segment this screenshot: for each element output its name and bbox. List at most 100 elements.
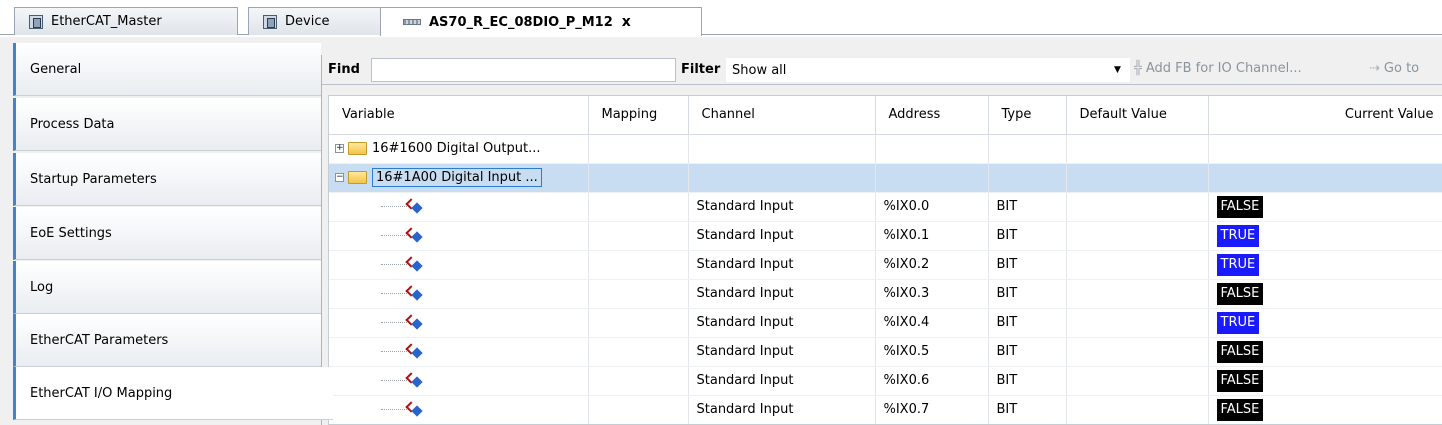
nav-log[interactable]: Log — [13, 261, 321, 314]
input-variable-icon — [407, 258, 421, 272]
mapping-cell[interactable] — [588, 250, 689, 280]
address-cell: %IX0.3 — [875, 279, 989, 309]
folder-icon — [348, 142, 367, 155]
expand-icon[interactable]: + — [335, 144, 344, 153]
input-variable-icon — [407, 200, 421, 214]
default-value-cell — [1066, 337, 1209, 367]
address-cell: %IX0.0 — [875, 192, 989, 222]
type-cell: BIT — [988, 395, 1067, 424]
table-row[interactable]: Standard Input %IX0.6 BIT FALSE — [329, 366, 1442, 396]
table-row[interactable]: Standard Input %IX0.5 BIT FALSE — [329, 337, 1442, 367]
default-value-cell — [1066, 366, 1209, 396]
address-cell: %IX0.1 — [875, 221, 989, 251]
input-variable-icon — [407, 316, 421, 330]
type-cell: BIT — [988, 192, 1067, 222]
add-fb-icon: ╬ — [1134, 61, 1142, 76]
col-address[interactable]: Address — [875, 96, 989, 135]
nav-ethercat-parameters[interactable]: EtherCAT Parameters — [13, 314, 321, 367]
channel-cell: Standard Input — [688, 366, 876, 396]
tab-label: AS70_R_EC_08DIO_P_M12 — [429, 14, 613, 30]
folder-icon — [348, 171, 367, 184]
nav-general[interactable]: General — [13, 43, 321, 96]
input-variable-icon — [407, 229, 421, 243]
tab-ethercat-master[interactable]: EtherCAT_Master — [14, 7, 238, 35]
col-channel[interactable]: Channel — [688, 96, 876, 135]
nav-process-data[interactable]: Process Data — [13, 98, 321, 151]
col-mapping[interactable]: Mapping — [588, 96, 689, 135]
filter-select[interactable]: Show all ▼ — [726, 58, 1130, 82]
nav-label: Log — [30, 279, 54, 295]
chevron-down-icon: ▼ — [1114, 65, 1121, 75]
channel-cell: Standard Input — [688, 337, 876, 367]
col-type[interactable]: Type — [988, 96, 1067, 135]
find-filter-bar: Find Filter Show all ▼ ╬ Add FB for IO C… — [322, 55, 1442, 85]
input-variable-icon — [407, 345, 421, 359]
group-row[interactable]: − 16#1A00 Digital Input ... — [329, 163, 1442, 193]
current-value-badge: FALSE — [1216, 340, 1264, 363]
table-row[interactable]: Standard Input %IX0.2 BIT TRUE — [329, 250, 1442, 280]
channel-cell: Standard Input — [688, 221, 876, 251]
nav-label: EoE Settings — [30, 225, 112, 241]
group-row[interactable]: +16#1600 Digital Output... — [329, 134, 1442, 164]
io-mapping-grid: Variable Mapping Channel Address Type De… — [328, 95, 1442, 425]
nav-label: Process Data — [30, 116, 115, 132]
mapping-cell[interactable] — [588, 192, 689, 222]
col-current-value[interactable]: Current Value — [1208, 96, 1442, 135]
channel-cell: Standard Input — [688, 279, 876, 309]
go-to-button[interactable]: ⇢ Go to — [1369, 61, 1419, 76]
group-label: 16#1600 Digital Output... — [372, 141, 541, 156]
table-row[interactable]: Standard Input %IX0.0 BIT FALSE — [329, 192, 1442, 222]
type-cell: BIT — [988, 250, 1067, 280]
type-cell: BIT — [988, 337, 1067, 367]
col-variable[interactable]: Variable — [329, 96, 589, 135]
current-value-badge: TRUE — [1216, 224, 1260, 247]
default-value-cell — [1066, 308, 1209, 338]
channel-cell: Standard Input — [688, 250, 876, 280]
io-mapping-panel: Find Filter Show all ▼ ╬ Add FB for IO C… — [321, 55, 1442, 425]
table-row[interactable]: Standard Input %IX0.3 BIT FALSE — [329, 279, 1442, 309]
group-label: 16#1A00 Digital Input ... — [372, 168, 542, 187]
mapping-cell[interactable] — [588, 366, 689, 396]
mapping-cell[interactable] — [588, 395, 689, 424]
nav-eoe-settings[interactable]: EoE Settings — [13, 207, 321, 260]
nav-ethercat-io-mapping[interactable]: EtherCAT I/O Mapping — [13, 367, 333, 420]
table-row[interactable]: Standard Input %IX0.4 BIT TRUE — [329, 308, 1442, 338]
collapse-icon[interactable]: − — [335, 173, 344, 182]
nav-startup-parameters[interactable]: Startup Parameters — [13, 153, 321, 206]
col-default-value[interactable]: Default Value — [1066, 96, 1209, 135]
close-icon[interactable]: x — [622, 14, 631, 30]
table-row[interactable]: Standard Input %IX0.7 BIT FALSE — [329, 395, 1442, 424]
tree-connector — [381, 409, 407, 410]
mapping-cell[interactable] — [588, 221, 689, 251]
address-cell: %IX0.7 — [875, 395, 989, 424]
mapping-cell[interactable] — [588, 308, 689, 338]
type-cell: BIT — [988, 221, 1067, 251]
input-variable-icon — [407, 403, 421, 417]
tab-as70-module[interactable]: AS70_R_EC_08DIO_P_M12 x — [380, 7, 702, 36]
add-fb-button[interactable]: ╬ Add FB for IO Channel... — [1134, 61, 1302, 76]
current-value-badge: FALSE — [1216, 282, 1264, 305]
default-value-cell — [1066, 221, 1209, 251]
tab-label: Device — [285, 14, 330, 29]
tree-connector — [381, 206, 407, 207]
grid-header: Variable Mapping Channel Address Type De… — [329, 96, 1442, 135]
tab-device[interactable]: Device — [248, 7, 382, 35]
tree-connector — [381, 293, 407, 294]
nav-label: Startup Parameters — [30, 171, 157, 187]
editor-tab-strip: EtherCAT_Master Device AS70_R_EC_08DIO_P… — [0, 0, 1442, 37]
mapping-cell[interactable] — [588, 279, 689, 309]
go-to-icon: ⇢ — [1369, 61, 1380, 76]
current-value-badge: FALSE — [1216, 398, 1264, 421]
table-row[interactable]: Standard Input %IX0.1 BIT TRUE — [329, 221, 1442, 251]
nav-label: General — [30, 61, 82, 77]
default-value-cell — [1066, 250, 1209, 280]
type-cell: BIT — [988, 308, 1067, 338]
filter-value: Show all — [732, 62, 787, 78]
nav-label: EtherCAT Parameters — [30, 332, 169, 348]
find-label: Find — [328, 62, 360, 77]
default-value-cell — [1066, 395, 1209, 424]
default-value-cell — [1066, 279, 1209, 309]
input-variable-icon — [407, 374, 421, 388]
mapping-cell[interactable] — [588, 337, 689, 367]
find-input[interactable] — [371, 58, 676, 82]
